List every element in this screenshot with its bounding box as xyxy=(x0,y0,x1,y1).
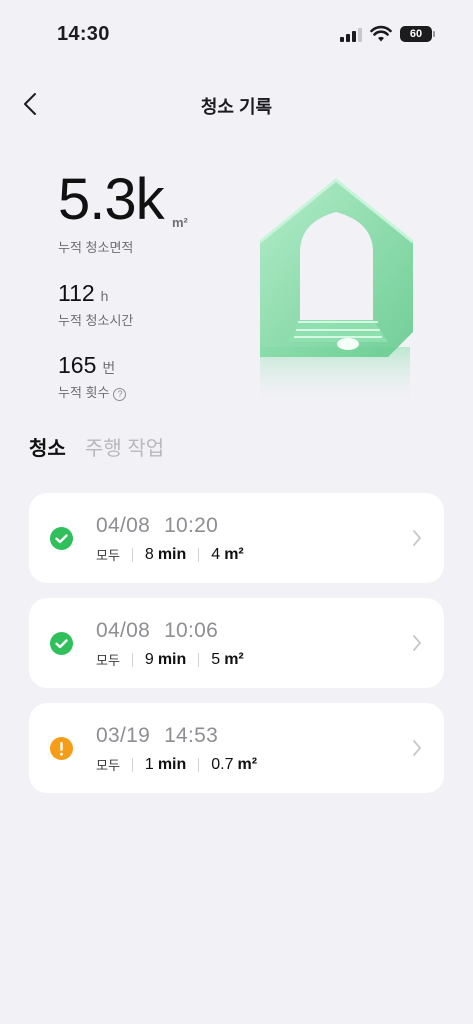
total-count-label: 누적 횟수? xyxy=(58,382,127,401)
record-area-unit: m² xyxy=(237,755,258,773)
record-card[interactable]: 04/08 10:20 모두 8 min 4 m² xyxy=(29,493,444,583)
divider xyxy=(131,652,133,667)
record-area: 0.7 xyxy=(211,755,234,773)
record-duration: 8 xyxy=(144,545,154,563)
help-icon[interactable]: ? xyxy=(113,388,127,401)
wifi-icon xyxy=(370,25,392,42)
record-time: 10:20 xyxy=(164,514,219,537)
record-mode: 모두 xyxy=(96,548,120,563)
total-time-value: 112 xyxy=(58,280,95,306)
total-count-value: 165 xyxy=(58,352,97,378)
record-card[interactable]: 04/08 10:06 모두 9 min 5 m² xyxy=(29,598,444,688)
record-datetime: 04/08 10:06 xyxy=(96,619,218,643)
record-duration: 1 xyxy=(144,755,154,773)
record-datetime: 03/19 14:53 xyxy=(96,724,218,748)
record-area-unit: m² xyxy=(224,650,244,668)
battery-icon: 60 xyxy=(400,26,432,42)
total-area-value: 5.3k xyxy=(58,167,165,232)
total-count-label-text: 누적 횟수 xyxy=(58,385,110,400)
record-area-unit: m² xyxy=(224,545,244,563)
record-area: 4 xyxy=(211,545,221,563)
record-mode: 모두 xyxy=(96,653,120,668)
tab-driving[interactable]: 주행 작업 xyxy=(85,432,164,461)
record-duration: 9 xyxy=(144,650,154,668)
record-meta: 모두 8 min 4 m² xyxy=(96,545,244,564)
record-duration-unit: min xyxy=(157,755,187,773)
check-circle-icon xyxy=(50,632,73,655)
chevron-right-icon xyxy=(413,740,421,756)
divider xyxy=(198,547,200,562)
divider xyxy=(131,547,133,562)
house-illustration xyxy=(259,178,414,407)
total-time-label: 누적 청소시간 xyxy=(58,313,134,328)
signal-icon xyxy=(340,28,362,42)
battery-cap xyxy=(433,31,435,37)
record-meta: 모두 1 min 0.7 m² xyxy=(96,755,257,774)
record-date: 03/19 xyxy=(96,724,151,747)
record-card[interactable]: 03/19 14:53 모두 1 min 0.7 m² xyxy=(29,703,444,793)
total-count-unit: 번 xyxy=(102,360,116,376)
page-title: 청소 기록 xyxy=(200,97,273,117)
record-area: 5 xyxy=(211,650,221,668)
tab-cleaning[interactable]: 청소 xyxy=(29,432,66,461)
record-time: 10:06 xyxy=(164,619,219,642)
divider xyxy=(131,757,133,772)
divider xyxy=(198,757,200,772)
total-area-label: 누적 청소면적 xyxy=(58,240,134,255)
total-count: 165 번 xyxy=(58,352,115,379)
record-date: 04/08 xyxy=(96,514,151,537)
chevron-right-icon xyxy=(413,635,421,651)
status-time: 14:30 xyxy=(57,23,110,45)
total-time: 112 h xyxy=(58,280,108,307)
chevron-right-icon xyxy=(413,530,421,546)
total-time-unit: h xyxy=(100,288,109,304)
record-time: 14:53 xyxy=(164,724,219,747)
record-datetime: 04/08 10:20 xyxy=(96,514,218,538)
record-duration-unit: min xyxy=(157,650,187,668)
record-date: 04/08 xyxy=(96,619,151,642)
check-circle-icon xyxy=(50,527,73,550)
status-bar: 14:30 60 xyxy=(0,0,473,70)
exclamation-circle-icon xyxy=(50,737,73,760)
record-meta: 모두 9 min 5 m² xyxy=(96,650,244,669)
divider xyxy=(198,652,200,667)
record-duration-unit: min xyxy=(157,545,187,563)
total-area-unit: m² xyxy=(172,215,188,230)
record-mode: 모두 xyxy=(96,758,120,773)
